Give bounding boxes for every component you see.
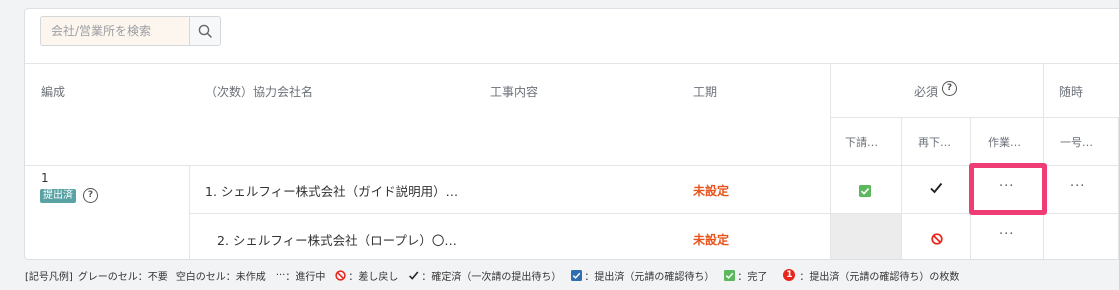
required-help-icon[interactable]: ?	[942, 81, 957, 96]
highlight-frame	[969, 163, 1047, 215]
legend-confirmed-icon	[408, 270, 419, 281]
header-period: 工期	[693, 85, 718, 99]
legend-count-icon: 1	[783, 269, 796, 281]
row2-worker-in-progress[interactable]: ···	[999, 227, 1014, 242]
legend-complete: ：完了	[737, 271, 768, 283]
row2-company[interactable]: 2. シェルフィー株式会社（ロープレ）〇…	[217, 230, 457, 249]
row2-period: 未設定	[693, 233, 730, 247]
legend-dots-symbol: ···	[275, 269, 286, 281]
header-composition: 編成	[41, 85, 66, 99]
subheader-resubcontract: 再下…	[918, 136, 951, 149]
legend-count: ：提出済（元請の確認待ち）の枚数	[799, 271, 960, 283]
status-badge: 提出済	[40, 189, 76, 203]
legend-prefix: [記号凡例]	[25, 271, 73, 283]
search-input[interactable]	[40, 16, 189, 46]
header-required: 必須	[914, 85, 939, 99]
legend-submitted-icon	[571, 269, 583, 281]
row1-resubcontract-confirmed-icon[interactable]	[929, 180, 943, 199]
main-card: 編成 （次数）協力会社名 工事内容 工期 必須 ? 随時 下請… 再下… 作業……	[24, 8, 1119, 260]
row2-resubcontract-rejected-icon[interactable]	[931, 230, 943, 249]
legend-complete-icon	[724, 269, 736, 281]
search-icon	[198, 24, 212, 38]
search-bar	[40, 16, 221, 46]
document-table: 編成 （次数）協力会社名 工事内容 工期 必須 ? 随時 下請… 再下… 作業……	[25, 63, 1119, 259]
legend-grey: グレーのセル：不要	[77, 271, 168, 283]
row1-period: 未設定	[693, 184, 730, 198]
legend-rejected: ：差し戻し	[348, 271, 399, 283]
header-company: （次数）協力会社名	[205, 85, 314, 99]
search-button[interactable]	[189, 16, 221, 46]
legend: [記号凡例] グレーのセル：不要 空白のセル：未作成 ··· ：進行中 ：差し戻…	[25, 267, 959, 283]
header-optional: 随時	[1059, 85, 1084, 99]
row1-subcontract-submitted-icon[interactable]	[859, 182, 871, 201]
subheader-subcontract: 下請…	[845, 136, 878, 149]
legend-in-progress: ：進行中	[285, 271, 326, 283]
row2-subcontract-not-required	[831, 214, 901, 259]
legend-confirmed: ：確定済（一次請の提出待ち）	[421, 271, 562, 283]
subheader-form1: 一号…	[1060, 136, 1093, 149]
header-work: 工事内容	[490, 85, 539, 99]
row1-company[interactable]: 1. シェルフィー株式会社（ガイド説明用）…	[205, 181, 458, 200]
legend-blank: 空白のセル：未作成	[175, 271, 266, 283]
row1-form1-in-progress[interactable]: ···	[1070, 179, 1085, 194]
group-number: 1	[41, 171, 49, 185]
legend-rejected-icon	[335, 269, 347, 281]
legend-submitted: ：提出済（元請の確認待ち）	[584, 271, 715, 283]
subheader-worker: 作業…	[988, 136, 1021, 149]
status-help-icon[interactable]: ?	[83, 188, 98, 203]
